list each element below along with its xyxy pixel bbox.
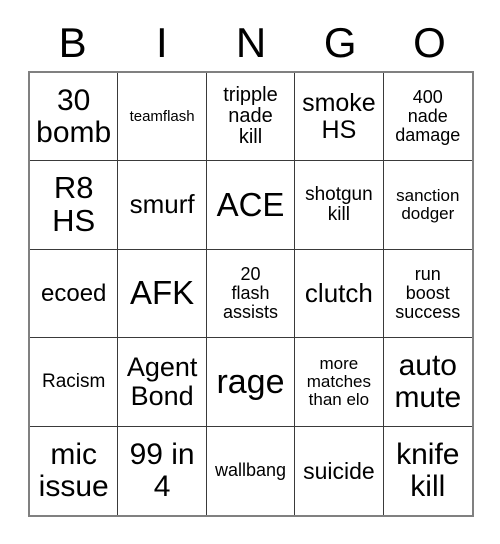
- bingo-cell-label: smoke HS: [302, 89, 376, 144]
- bingo-cell-r4c1[interactable]: Racism: [30, 338, 119, 427]
- bingo-cell-label: ACE: [216, 185, 285, 223]
- bingo-cell-label: tripple nade kill: [223, 83, 278, 149]
- bingo-cell-label: knife kill: [396, 438, 460, 503]
- bingo-cell-label: run boost success: [395, 263, 461, 323]
- header-letter-n: N: [235, 19, 267, 66]
- bingo-cell-r1c1[interactable]: 30 bomb: [30, 73, 119, 162]
- bingo-cell-r5c3[interactable]: wallbang: [206, 426, 296, 515]
- bingo-grid: 30 bomb teamflash tripple nade kill smoke H…: [28, 71, 474, 517]
- bingo-cell-label: R8 HS: [52, 170, 96, 239]
- bingo-cell-r1c2[interactable]: teamflash: [118, 73, 207, 162]
- bingo-cell-label: auto mute: [394, 349, 462, 414]
- bingo-cell-r3c5[interactable]: run boost success: [383, 249, 472, 339]
- bingo-cell-label: clutch: [304, 277, 373, 308]
- bingo-cell-label: 99 in 4: [129, 438, 195, 503]
- bingo-cell-label: 20 flash assists: [222, 263, 278, 323]
- bingo-cell-label: 400 nade damage: [395, 87, 461, 146]
- bingo-cell-label: rage: [216, 362, 285, 401]
- bingo-cell-label: mic issue: [38, 438, 109, 503]
- bingo-cell-label: AFK: [130, 274, 195, 311]
- bingo-card: B I N G O 30 bomb teamflash tripple nade k…: [0, 0, 500, 544]
- bingo-cell-r2c2[interactable]: smurf: [118, 161, 207, 250]
- bingo-cell-r2c5[interactable]: sanction dodger: [383, 161, 472, 250]
- bingo-cell-r1c5[interactable]: 400 nade damage: [383, 73, 472, 162]
- bingo-cell-r4c3[interactable]: rage: [206, 338, 296, 427]
- bingo-cell-label: wallbang: [214, 460, 287, 481]
- bingo-header-row: B I N G O: [28, 16, 474, 70]
- bingo-cell-r5c4[interactable]: suicide: [295, 426, 384, 515]
- bingo-cell-label: smurf: [129, 189, 195, 220]
- header-letter-i: I: [155, 19, 168, 66]
- bingo-cell-r3c2[interactable]: AFK: [118, 249, 207, 339]
- bingo-cell-r2c3[interactable]: ACE: [206, 161, 296, 250]
- bingo-cell-r5c5[interactable]: knife kill: [383, 426, 472, 515]
- bingo-cell-r2c4[interactable]: shotgun kill: [295, 161, 384, 250]
- bingo-cell-label: shotgun kill: [305, 183, 373, 226]
- bingo-cell-r2c1[interactable]: R8 HS: [30, 161, 119, 250]
- bingo-cell-label: 30 bomb: [36, 83, 112, 149]
- bingo-cell-label: sanction dodger: [396, 186, 460, 224]
- header-letter-o: O: [413, 19, 446, 66]
- bingo-cell-r3c3[interactable]: 20 flash assists: [206, 249, 296, 339]
- bingo-cell-r5c2[interactable]: 99 in 4: [118, 426, 207, 515]
- bingo-cell-r3c1[interactable]: ecoed: [30, 249, 119, 339]
- bingo-cell-label: teamflash: [129, 107, 195, 125]
- bingo-cell-r1c4[interactable]: smoke HS: [295, 73, 384, 162]
- bingo-cell-r4c2[interactable]: Agent Bond: [118, 338, 207, 427]
- bingo-cell-label: Agent Bond: [126, 352, 198, 411]
- bingo-cell-r4c4[interactable]: more matches than elo: [295, 338, 384, 427]
- bingo-cell-r1c3[interactable]: tripple nade kill: [206, 73, 296, 162]
- bingo-cell-label: Racism: [42, 370, 106, 392]
- bingo-cell-label: ecoed: [41, 279, 107, 307]
- bingo-cell-label: more matches than elo: [306, 353, 372, 409]
- bingo-cell-r5c1[interactable]: mic issue: [30, 426, 119, 515]
- header-letter-b: B: [58, 19, 87, 66]
- bingo-cell-r4c5[interactable]: auto mute: [383, 338, 472, 427]
- header-letter-g: G: [323, 19, 357, 66]
- bingo-cell-r3c4[interactable]: clutch: [295, 249, 384, 339]
- bingo-cell-label: suicide: [303, 457, 375, 484]
